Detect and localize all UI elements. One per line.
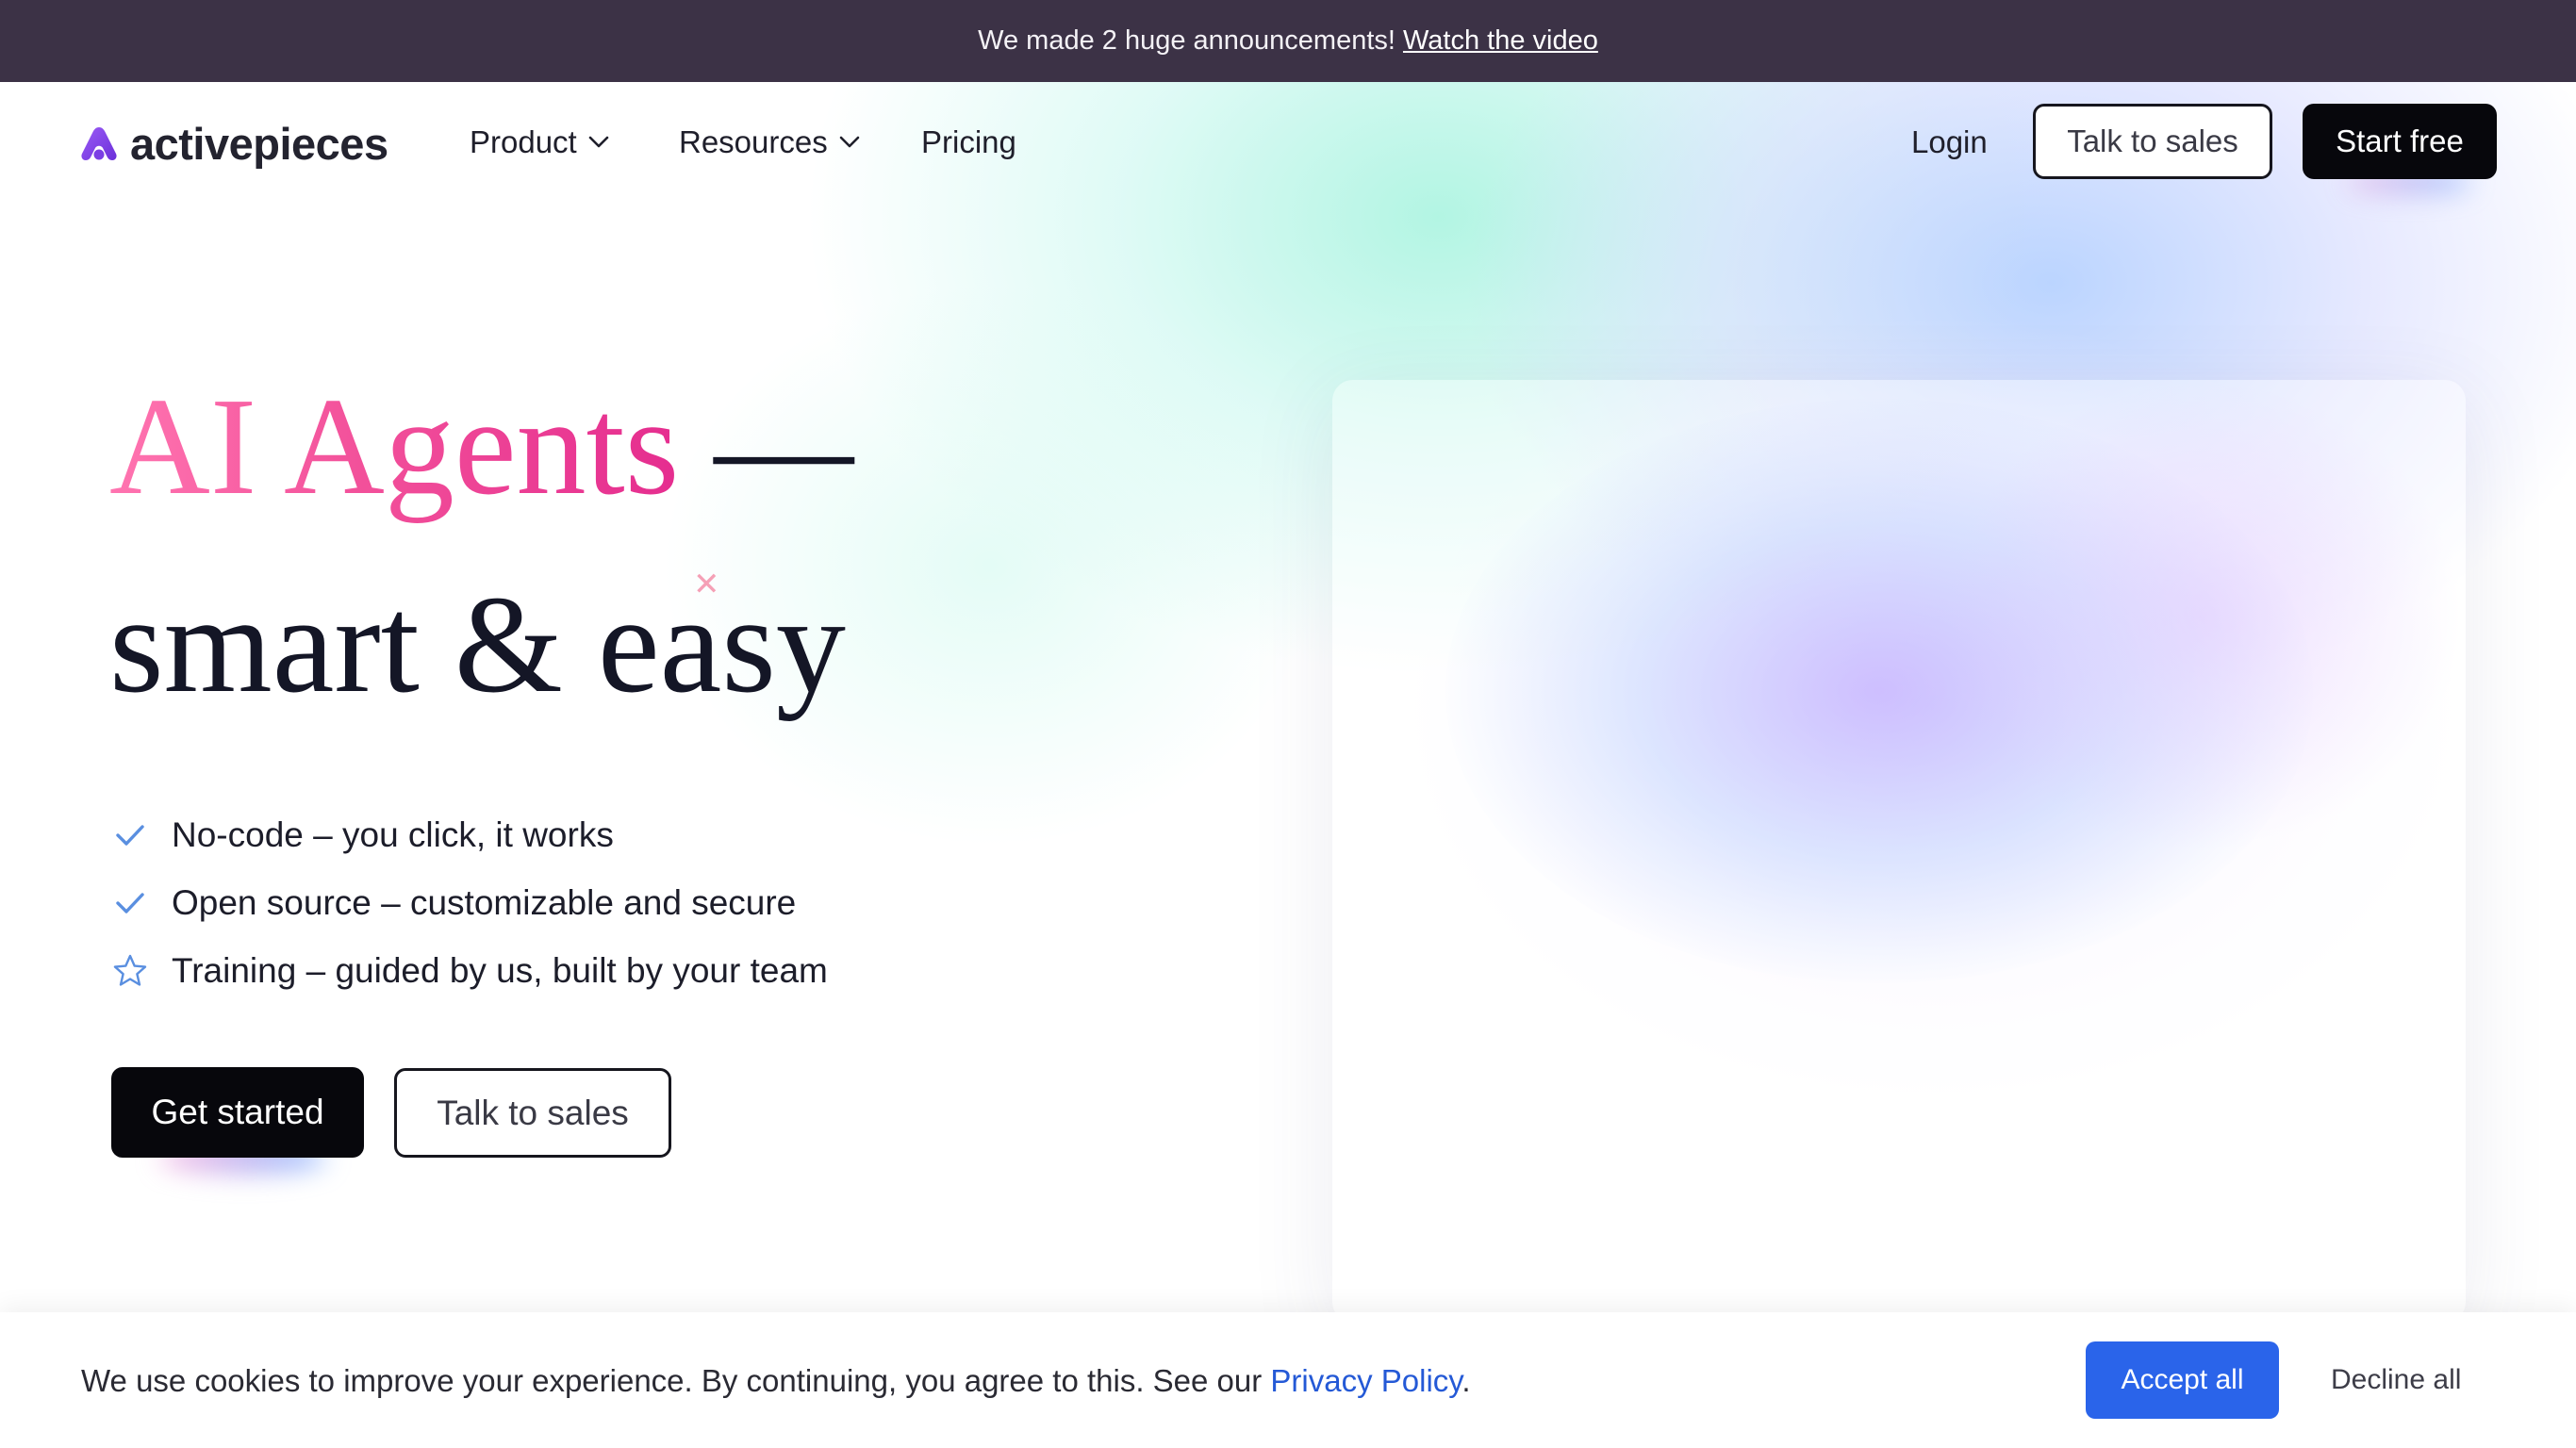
check-icon [111,884,149,922]
chevron-down-icon [588,136,609,148]
privacy-policy-link[interactable]: Privacy Policy [1270,1363,1461,1398]
decline-all-button[interactable]: Decline all [2331,1364,2461,1396]
nav-resources[interactable]: Resources [679,124,860,160]
feature-item: Open source – customizable and secure [111,869,828,937]
nav-product-label: Product [470,124,577,159]
nav-pricing[interactable]: Pricing [921,124,1016,160]
cookie-banner: We use cookies to improve your experienc… [0,1312,2576,1448]
media-glow [1945,380,2464,851]
hero-title-dash: — [679,370,854,524]
hero-talk-to-sales-button[interactable]: Talk to sales [394,1068,671,1158]
announcement-bar: We made 2 huge announcements! Watch the … [0,0,2576,82]
hero-title-line-1: AI Agents — [109,377,853,517]
cookie-message: We use cookies to improve your experienc… [81,1363,1471,1399]
hero-media-card [1332,380,2466,1323]
activepieces-logo-icon [81,126,117,160]
top-navigation: activepieces Product Resources Pricing L… [0,82,2576,200]
start-free-button[interactable]: Start free [2303,104,2497,179]
hero-title-highlight: AI Agents [109,370,680,524]
login-link[interactable]: Login [1911,124,1988,160]
background-glow-mint [660,283,1320,848]
hero-title-line-2: smart & easy [109,568,846,722]
nav-talk-to-sales-button[interactable]: Talk to sales [2033,104,2272,179]
cookie-text: We use cookies to improve your experienc… [81,1363,1263,1398]
sparkle-icon: ✕ [693,566,720,603]
feature-text: Training – guided by us, built by your t… [172,951,828,990]
logo-text: activepieces [130,119,388,169]
accept-all-button[interactable]: Accept all [2086,1341,2279,1419]
feature-list: No-code – you click, it works Open sourc… [111,801,828,1005]
feature-text: Open source – customizable and secure [172,883,797,922]
watch-video-link[interactable]: Watch the video [1403,25,1598,57]
feature-item: No-code – you click, it works [111,801,828,869]
nav-resources-label: Resources [679,124,828,159]
get-started-button[interactable]: Get started [111,1067,364,1158]
check-icon [111,816,149,854]
logo[interactable]: activepieces [79,118,388,170]
star-icon [111,952,149,990]
nav-product[interactable]: Product [470,124,609,160]
feature-item: Training – guided by us, built by your t… [111,937,828,1005]
chevron-down-icon [839,136,860,148]
announcement-text: We made 2 huge announcements! [978,25,1395,56]
cookie-period: . [1461,1363,1471,1398]
feature-text: No-code – you click, it works [172,815,614,854]
